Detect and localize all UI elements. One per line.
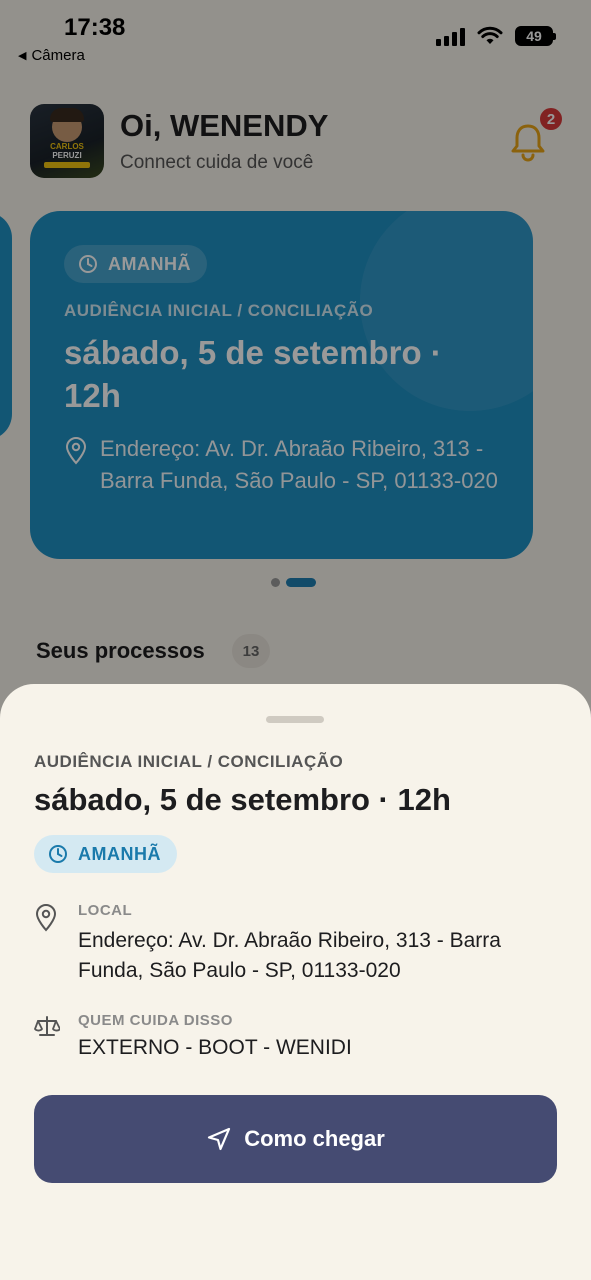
directions-button-label: Como chegar: [244, 1126, 385, 1151]
location-value: Endereço: Av. Dr. Abraão Ribeiro, 313 - …: [78, 929, 501, 982]
app-screen: 17:38 ◀ Câmera 49 CARLOS PERUZI Oi, WENE…: [0, 0, 591, 1280]
sheet-drag-handle[interactable]: [266, 716, 324, 723]
sheet-hearing-date: sábado, 5 de setembro · 12h: [34, 782, 451, 817]
sheet-when-badge-label: AMANHÃ: [78, 843, 161, 864]
clock-icon: [49, 845, 67, 863]
sheet-hearing-type: AUDIÊNCIA INICIAL / CONCILIAÇÃO: [34, 752, 344, 771]
responsible-label: QUEM CUIDA DISSO: [78, 1012, 233, 1029]
sheet-when-badge: AMANHÃ: [34, 835, 177, 873]
scales-icon: [34, 1016, 60, 1036]
responsible-value: EXTERNO - BOOT - WENIDI: [78, 1036, 352, 1059]
location-pin-icon: [35, 904, 57, 932]
navigation-arrow-icon: [208, 1127, 231, 1151]
hearing-details-sheet: AUDIÊNCIA INICIAL / CONCILIAÇÃO sábado, …: [0, 684, 591, 1280]
location-label: LOCAL: [78, 902, 133, 919]
directions-button[interactable]: Como chegar: [34, 1095, 557, 1183]
